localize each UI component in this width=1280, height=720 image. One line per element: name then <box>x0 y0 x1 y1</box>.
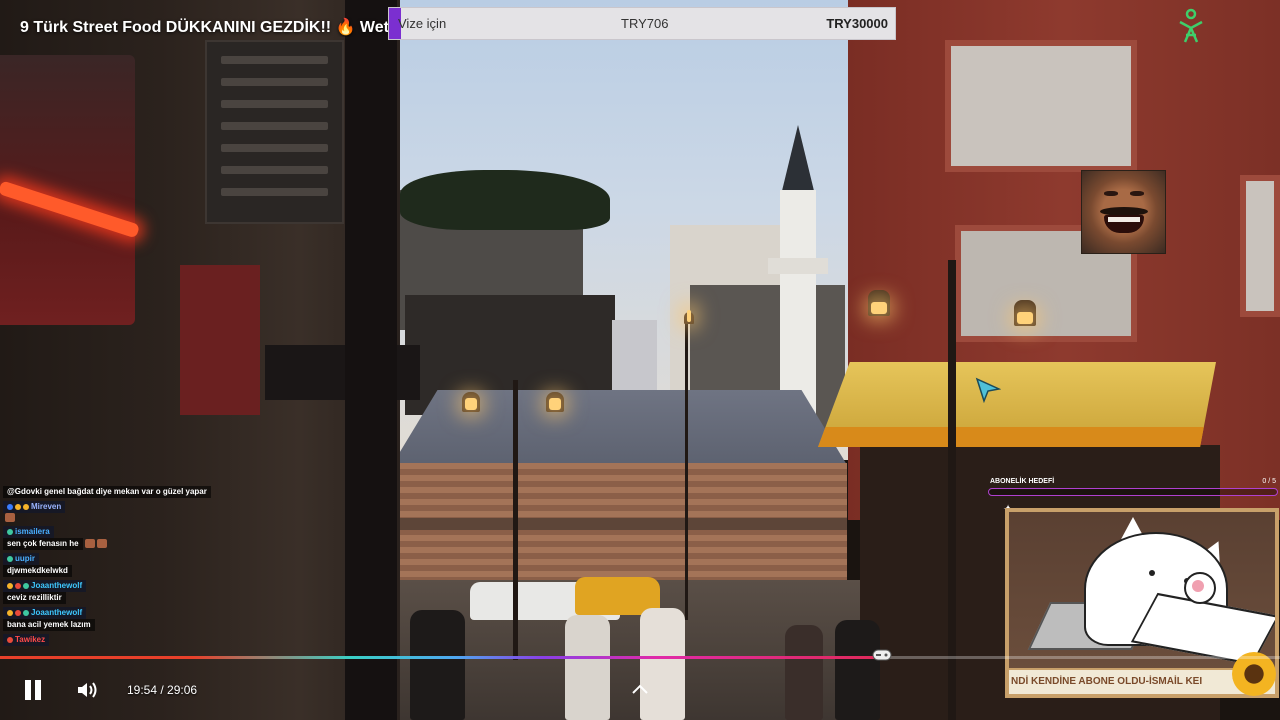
chat-message: ismailera sen çok fenasın he <box>3 526 310 550</box>
background-building <box>612 320 657 390</box>
street-lamp <box>546 392 564 412</box>
pedestrian <box>410 610 465 720</box>
window <box>945 40 1137 172</box>
sub-goal-label: ABONELİK HEDEFİ <box>990 478 1055 485</box>
gamepad-thumb-icon[interactable] <box>872 647 892 663</box>
tree <box>400 170 610 230</box>
chat-message: Tawikez <box>3 634 310 646</box>
chat-message-text: djwmekdkelwkd <box>3 565 72 577</box>
donation-goal: TRY30000 <box>826 16 888 31</box>
shop-awning <box>818 362 1216 447</box>
pause-button[interactable] <box>22 678 44 702</box>
street-lamp <box>1014 300 1036 326</box>
chat-message-text: bana acil yemek lazım <box>3 619 95 631</box>
subscriber-goal: ABONELİK HEDEFİ 0 / 5 <box>986 476 1280 498</box>
lamp-post <box>685 320 688 620</box>
emote-icon <box>96 539 107 549</box>
chevron-up-button[interactable] <box>630 682 650 696</box>
chat-username[interactable]: uupir <box>15 554 35 564</box>
chat-username[interactable]: Mireven <box>31 502 61 512</box>
cat-paw <box>1184 572 1216 604</box>
lamp-post <box>948 260 956 720</box>
chevron-up-icon <box>632 684 648 694</box>
pole <box>345 0 397 720</box>
chat-message-text: ceviz rezilliktir <box>3 592 66 604</box>
street-lamp <box>462 392 480 412</box>
chat-username[interactable]: Joaanthewolf <box>31 608 82 618</box>
hamam-wall <box>392 463 847 583</box>
chat-username[interactable]: ismailera <box>15 527 50 537</box>
left-red-panel <box>180 265 260 415</box>
shop-sign <box>205 40 344 224</box>
emote-icon <box>5 513 15 523</box>
progress-bar-fill <box>0 656 876 659</box>
pedestrian <box>640 608 685 720</box>
sub-goal-count: 0 / 5 <box>1262 478 1276 485</box>
chat-message: @Gdovki genel bağdat diye mekan var o gü… <box>3 486 310 498</box>
ticker-text: NDİ KENDİNE ABONE OLDU-İSMAİL KEI <box>1011 676 1203 687</box>
emote-icon <box>84 539 95 549</box>
donation-goal-bar: Vize için TRY706 TRY30000 <box>388 7 896 40</box>
pedestrian <box>785 625 823 720</box>
chat-message-text: @Gdovki genel bağdat diye mekan var o gü… <box>3 486 211 498</box>
chat-message: uupir djwmekdkelwkd <box>3 553 310 577</box>
minaret-balcony <box>768 258 828 274</box>
volume-icon <box>78 682 97 698</box>
hamam-roof <box>392 390 847 465</box>
sub-goal-progress-track <box>988 488 1278 496</box>
chat-message: Joaanthewolf ceviz rezilliktir <box>3 580 310 604</box>
chat-overlay: @Gdovki genel bağdat diye mekan var o gü… <box>0 486 310 649</box>
person-stick-logo-icon <box>1179 8 1203 43</box>
pedestrian <box>835 620 880 720</box>
chat-message-text: sen çok fenasın he <box>3 538 83 550</box>
time-display: 19:54 / 29:06 <box>127 683 198 697</box>
video-player[interactable]: 9 Türk Street Food DÜKKANINI GEZDİK!! 🔥 … <box>0 0 1280 720</box>
chat-username[interactable]: Tawikez <box>15 635 45 645</box>
pointer-arrow-icon <box>975 377 1001 403</box>
window <box>1240 175 1280 317</box>
lamp-post <box>513 380 518 660</box>
donation-current: TRY706 <box>621 16 669 31</box>
street-lamp <box>684 310 694 324</box>
minaret-spire <box>781 125 815 195</box>
chat-message: Mireven <box>3 501 310 523</box>
chat-message: Joaanthewolf bana acil yemek lazım <box>3 607 310 631</box>
progress-bar[interactable] <box>0 656 1280 659</box>
video-title[interactable]: 9 Türk Street Food DÜKKANINI GEZDİK!! 🔥 … <box>20 17 390 37</box>
meme-face-overlay <box>1081 170 1166 254</box>
chat-username[interactable]: Joaanthewolf <box>31 581 82 591</box>
pedestrian <box>565 615 610 720</box>
donation-label: Vize için <box>398 16 447 31</box>
pause-icon <box>25 680 31 700</box>
street-lamp <box>868 290 890 316</box>
volume-button[interactable] <box>76 680 98 700</box>
